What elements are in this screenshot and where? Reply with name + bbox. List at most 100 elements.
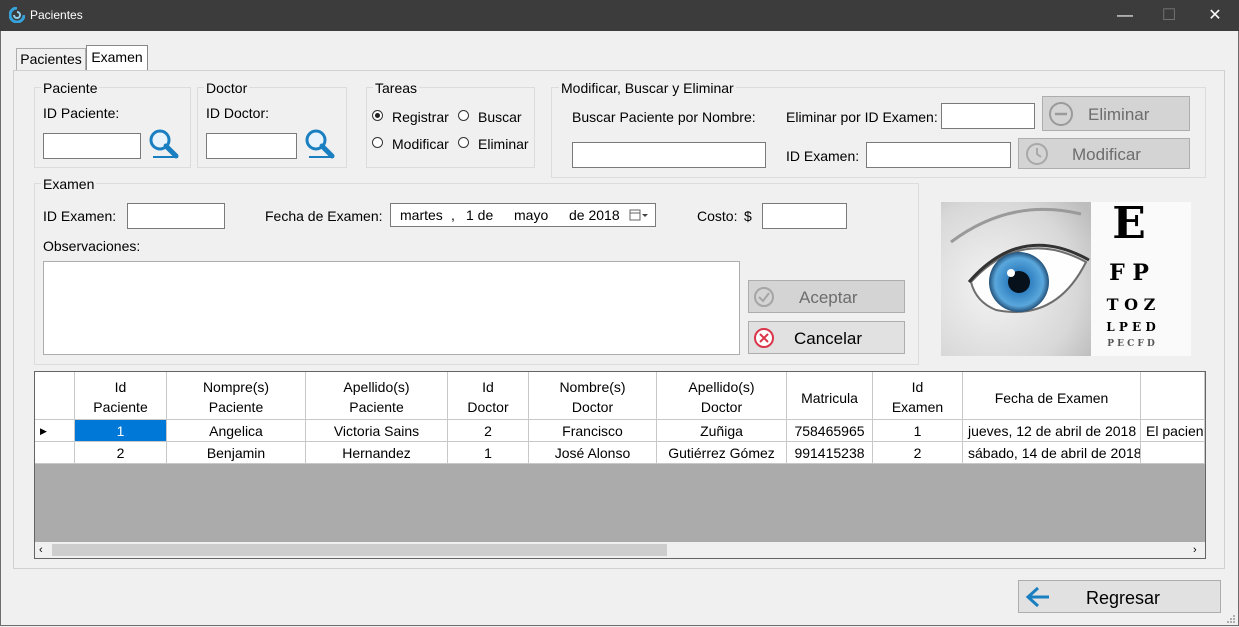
cancelar-button-label: Cancelar — [794, 329, 863, 348]
table-cell[interactable]: sábado, 14 de abril de 2018 — [963, 442, 1141, 464]
column-header-line-1: Apellido(s) — [343, 379, 410, 395]
modificar-button-label: Modificar — [1072, 145, 1141, 164]
regresar-button-label: Regresar — [1086, 588, 1161, 608]
id-doctor-input[interactable] — [206, 133, 297, 159]
fecha-anio: de 2018 — [569, 207, 620, 223]
history-clock-icon — [1026, 143, 1048, 165]
buscar-nombre-input[interactable] — [572, 142, 766, 168]
table-cell[interactable]: Francisco — [529, 420, 657, 442]
modificar-button[interactable]: Modificar — [1018, 138, 1190, 169]
table-cell[interactable] — [1141, 442, 1205, 464]
column-header-line-1: Matricula — [801, 390, 858, 406]
column-header-line-2: Doctor — [700, 399, 743, 415]
table-cell[interactable]: 2 — [873, 442, 963, 464]
radio-buscar[interactable] — [458, 110, 469, 121]
eye-chart-row-1: E — [1112, 202, 1146, 249]
id-doctor-label: ID Doctor: — [206, 105, 270, 121]
app-icon — [9, 7, 25, 23]
column-header[interactable]: Apellido(s) Doctor — [657, 372, 787, 420]
eliminar-id-input[interactable] — [941, 103, 1035, 129]
radio-registrar-label[interactable]: Registrar — [392, 109, 449, 125]
eye-chart-row-3: T O Z — [1106, 295, 1156, 314]
fecha-examen-picker[interactable]: martes , 1 de mayo de 2018 — [390, 203, 656, 227]
minimize-button[interactable]: — — [1102, 0, 1148, 31]
minimize-icon: — — [1117, 7, 1133, 24]
table-cell[interactable]: 1 — [873, 420, 963, 442]
table-cell[interactable]: Gutiérrez Gómez — [657, 442, 787, 464]
table-cell[interactable]: El pacient — [1141, 420, 1205, 442]
column-header[interactable]: Apellido(s) Paciente — [306, 372, 448, 420]
row-header[interactable]: ▶ — [35, 420, 75, 442]
tab-examen[interactable]: Examen — [86, 45, 148, 71]
mbe-id-examen-input[interactable] — [866, 142, 1011, 168]
eye-exam-image: E F P T O Z L P E D P E C F D — [941, 202, 1191, 356]
search-doctor-icon[interactable] — [304, 128, 336, 160]
search-paciente-icon[interactable] — [148, 128, 180, 160]
costo-label: Costo: — [697, 208, 738, 224]
table-cell[interactable]: 2 — [75, 442, 167, 464]
maximize-button[interactable]: ☐ — [1146, 0, 1192, 31]
radio-registrar[interactable] — [372, 110, 383, 121]
examen-id-label: ID Examen: — [43, 208, 117, 224]
table-cell[interactable]: 1 — [75, 420, 167, 442]
scroll-right-icon[interactable]: › — [1193, 542, 1197, 558]
id-paciente-input[interactable] — [43, 133, 141, 159]
table-cell[interactable]: José Alonso — [529, 442, 657, 464]
scrollbar-thumb[interactable] — [52, 544, 667, 556]
table-cell[interactable]: jueves, 12 de abril de 2018 — [963, 420, 1141, 442]
eliminar-button[interactable]: Eliminar — [1042, 96, 1190, 131]
table-cell[interactable]: Hernandez — [306, 442, 448, 464]
column-header[interactable]: Id Doctor — [448, 372, 529, 420]
observaciones-textarea[interactable] — [43, 261, 740, 355]
table-cell[interactable]: 758465965 — [787, 420, 873, 442]
aceptar-button[interactable]: Aceptar — [748, 280, 905, 313]
column-header[interactable]: Matricula — [787, 372, 873, 420]
fecha-mes: mayo — [514, 207, 549, 223]
minus-circle-icon — [1049, 102, 1073, 126]
id-paciente-label: ID Paciente: — [43, 105, 120, 121]
column-header[interactable]: Id Paciente — [75, 372, 167, 420]
close-icon: ✕ — [1208, 7, 1222, 24]
column-header[interactable]: Id Examen — [873, 372, 963, 420]
close-button[interactable]: ✕ — [1192, 0, 1238, 31]
radio-modificar-label[interactable]: Modificar — [392, 136, 449, 152]
title-bar: Pacientes — ☐ ✕ — [0, 0, 1239, 31]
radio-buscar-label[interactable]: Buscar — [478, 109, 522, 125]
column-header-line-2: Paciente — [93, 399, 148, 415]
column-header[interactable] — [1141, 372, 1205, 420]
table-cell[interactable]: 1 — [448, 442, 529, 464]
table-cell[interactable]: Victoria Sains — [306, 420, 448, 442]
window-title: Pacientes — [30, 8, 83, 22]
mbe-id-examen-label: ID Examen: — [786, 148, 860, 164]
tab-label: Examen — [91, 49, 143, 65]
horizontal-scrollbar[interactable]: ‹ › — [35, 542, 1205, 558]
examen-id-input[interactable] — [127, 203, 225, 229]
radio-eliminar[interactable] — [458, 137, 469, 148]
calendar-dropdown-icon[interactable] — [629, 208, 651, 222]
radio-eliminar-label[interactable]: Eliminar — [478, 136, 529, 152]
examenes-grid[interactable]: Id Paciente Nompre(s) Paciente Apellido(s) Pa… — [34, 371, 1206, 559]
tab-pacientes[interactable]: Pacientes — [16, 48, 86, 71]
fecha-num: 1 de — [466, 207, 494, 223]
column-header[interactable]: Fecha de Examen — [963, 372, 1141, 420]
eliminar-button-label: Eliminar — [1088, 105, 1150, 124]
column-header-line-2: Doctor — [571, 399, 614, 415]
cancelar-button[interactable]: Cancelar — [748, 321, 905, 354]
column-header-line-1: Nombre(s) — [559, 379, 626, 395]
regresar-button[interactable]: Regresar — [1018, 580, 1221, 613]
column-header-line-2: Paciente — [349, 399, 404, 415]
radio-modificar[interactable] — [372, 137, 383, 148]
resize-grip-icon[interactable] — [1226, 614, 1236, 624]
grid-content: Id Paciente Nompre(s) Paciente Apellido(s) Pa… — [35, 372, 1205, 542]
table-cell[interactable]: 2 — [448, 420, 529, 442]
tareas-legend: Tareas — [373, 80, 420, 96]
scroll-left-icon[interactable]: ‹ — [39, 542, 43, 558]
table-cell[interactable]: Zuñiga — [657, 420, 787, 442]
row-header[interactable] — [35, 442, 75, 464]
column-header[interactable]: Nompre(s) Paciente — [167, 372, 306, 420]
table-cell[interactable]: Benjamin — [167, 442, 306, 464]
table-cell[interactable]: 991415238 — [787, 442, 873, 464]
column-header[interactable]: Nombre(s) Doctor — [529, 372, 657, 420]
table-cell[interactable]: Angelica — [167, 420, 306, 442]
costo-input[interactable] — [762, 203, 847, 229]
